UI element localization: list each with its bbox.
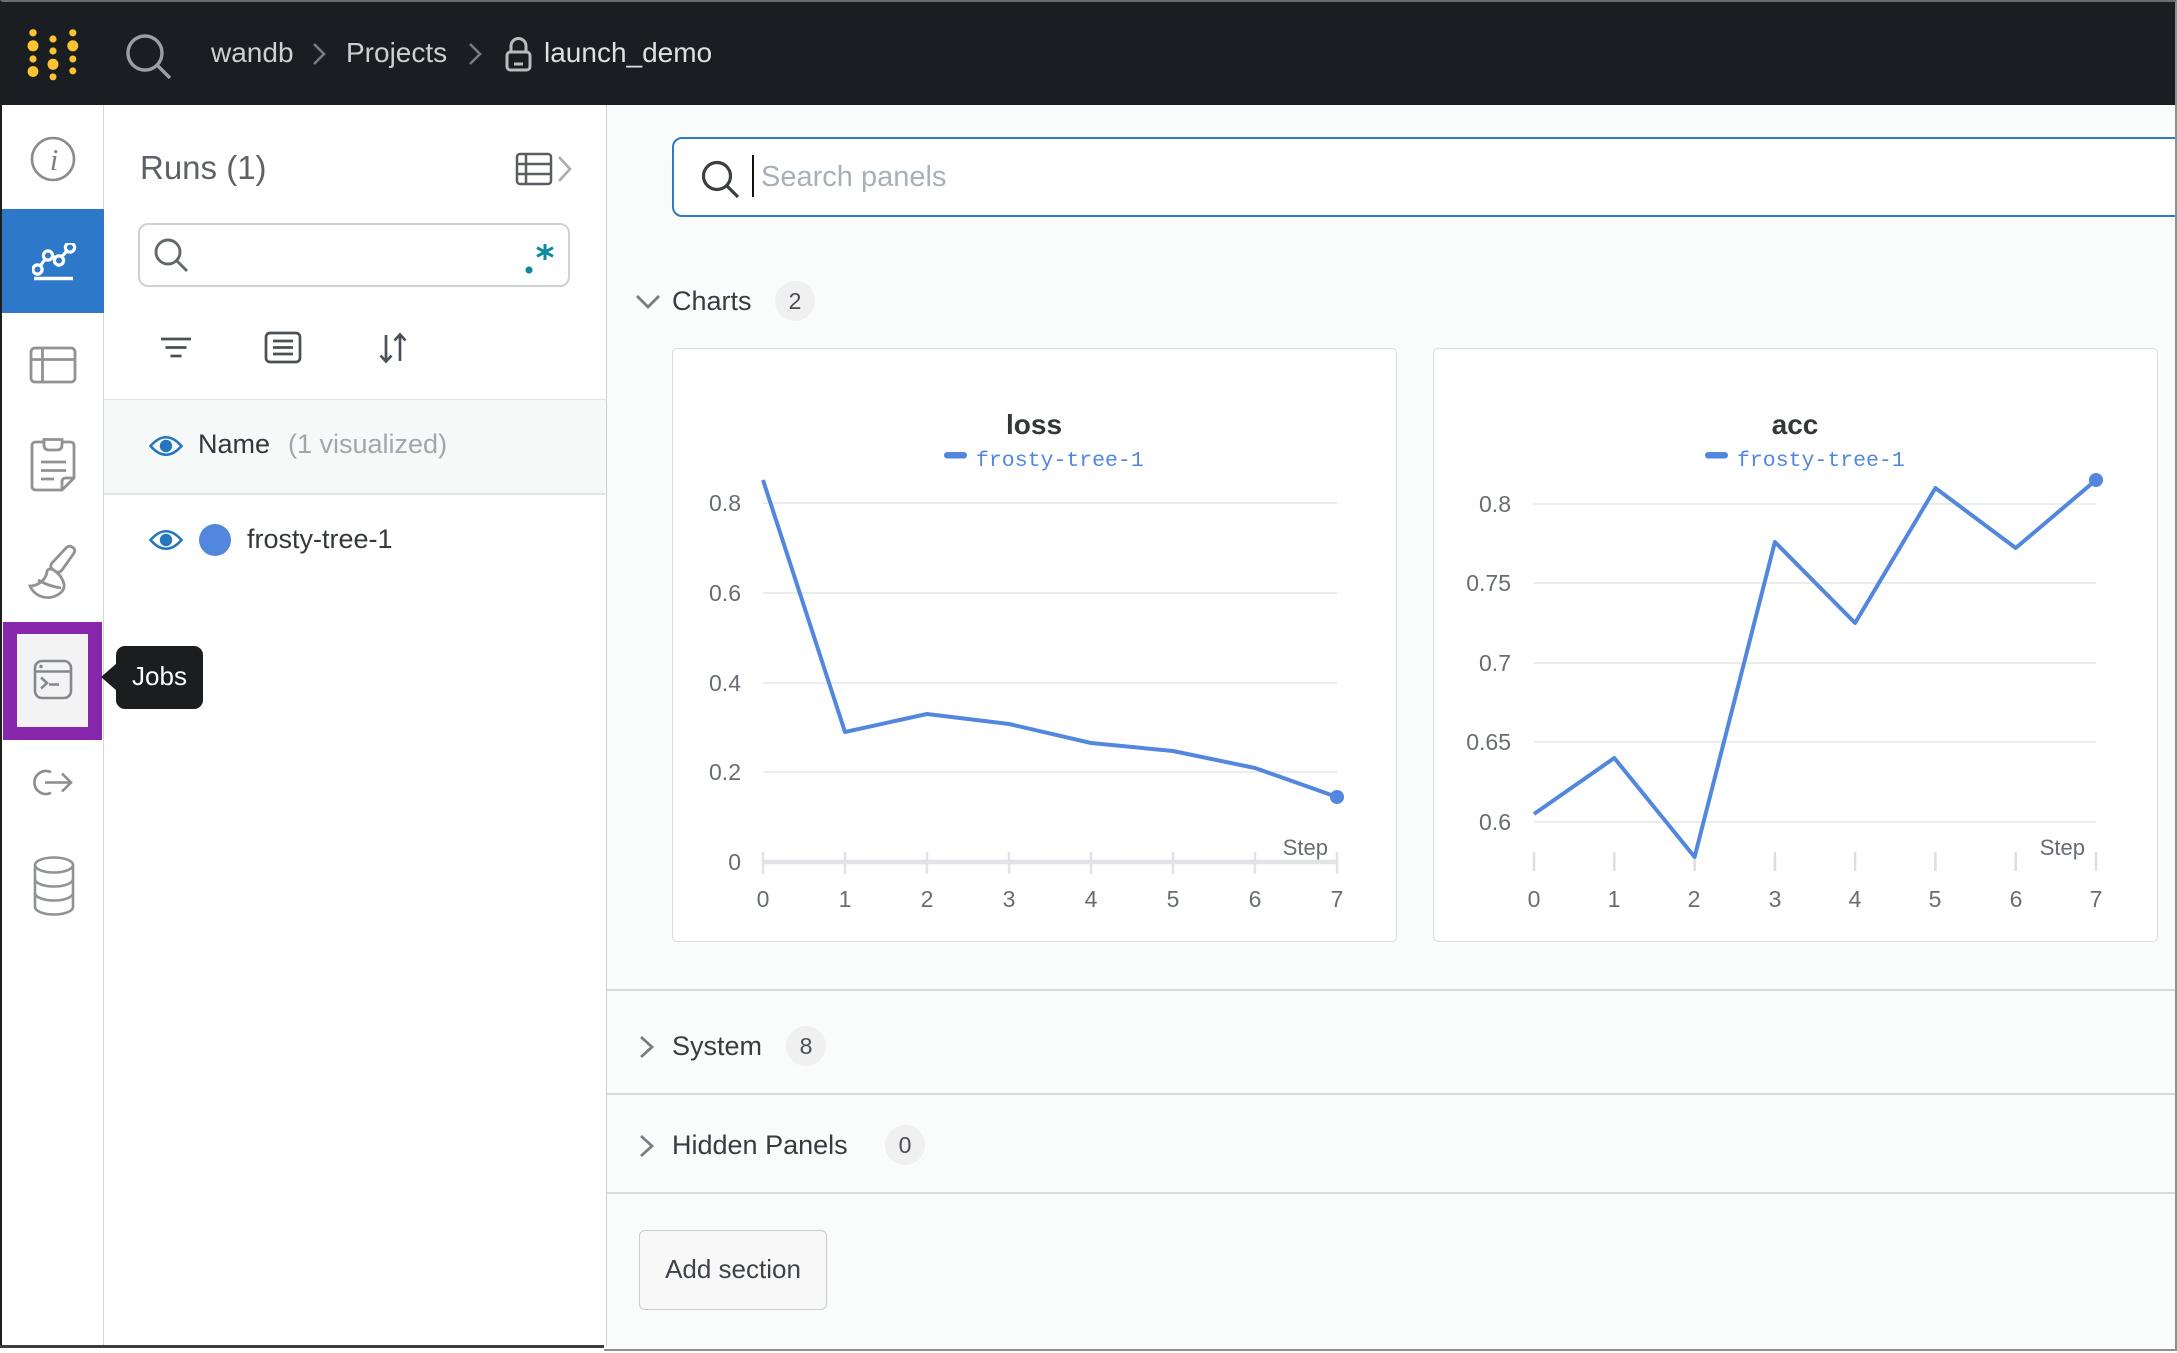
svg-text:0.6: 0.6: [709, 580, 741, 606]
svg-text:0.8: 0.8: [1479, 491, 1511, 517]
svg-text:5: 5: [1929, 886, 1942, 912]
svg-text:0.2: 0.2: [709, 759, 741, 785]
svg-text:0.75: 0.75: [1466, 570, 1511, 596]
svg-text:acc: acc: [1772, 409, 1819, 440]
svg-text:2: 2: [921, 886, 934, 912]
svg-text:0: 0: [1528, 886, 1541, 912]
svg-text:2: 2: [1688, 886, 1701, 912]
svg-text:i: i: [50, 142, 59, 177]
svg-text:0: 0: [728, 849, 741, 875]
svg-text:0.65: 0.65: [1466, 729, 1511, 755]
svg-text:0: 0: [757, 886, 770, 912]
svg-text:Step: Step: [2040, 835, 2085, 860]
svg-text:0.8: 0.8: [709, 490, 741, 516]
svg-text:frosty-tree-1: frosty-tree-1: [1737, 449, 1905, 473]
svg-text:4: 4: [1085, 886, 1098, 912]
svg-text:0.6: 0.6: [1479, 809, 1511, 835]
svg-text:1: 1: [839, 886, 852, 912]
svg-text:Step: Step: [1283, 835, 1328, 860]
svg-text:frosty-tree-1: frosty-tree-1: [976, 449, 1144, 473]
svg-text:3: 3: [1769, 886, 1782, 912]
svg-text:1: 1: [1608, 886, 1621, 912]
svg-text:0.4: 0.4: [709, 670, 741, 696]
svg-text:6: 6: [1249, 886, 1262, 912]
svg-text:0.7: 0.7: [1479, 650, 1511, 676]
svg-text:6: 6: [2010, 886, 2023, 912]
svg-text:5: 5: [1167, 886, 1180, 912]
svg-text:4: 4: [1849, 886, 1862, 912]
svg-text:7: 7: [2090, 886, 2103, 912]
svg-text:3: 3: [1003, 886, 1016, 912]
svg-text:loss: loss: [1006, 409, 1062, 440]
svg-text:7: 7: [1331, 886, 1344, 912]
